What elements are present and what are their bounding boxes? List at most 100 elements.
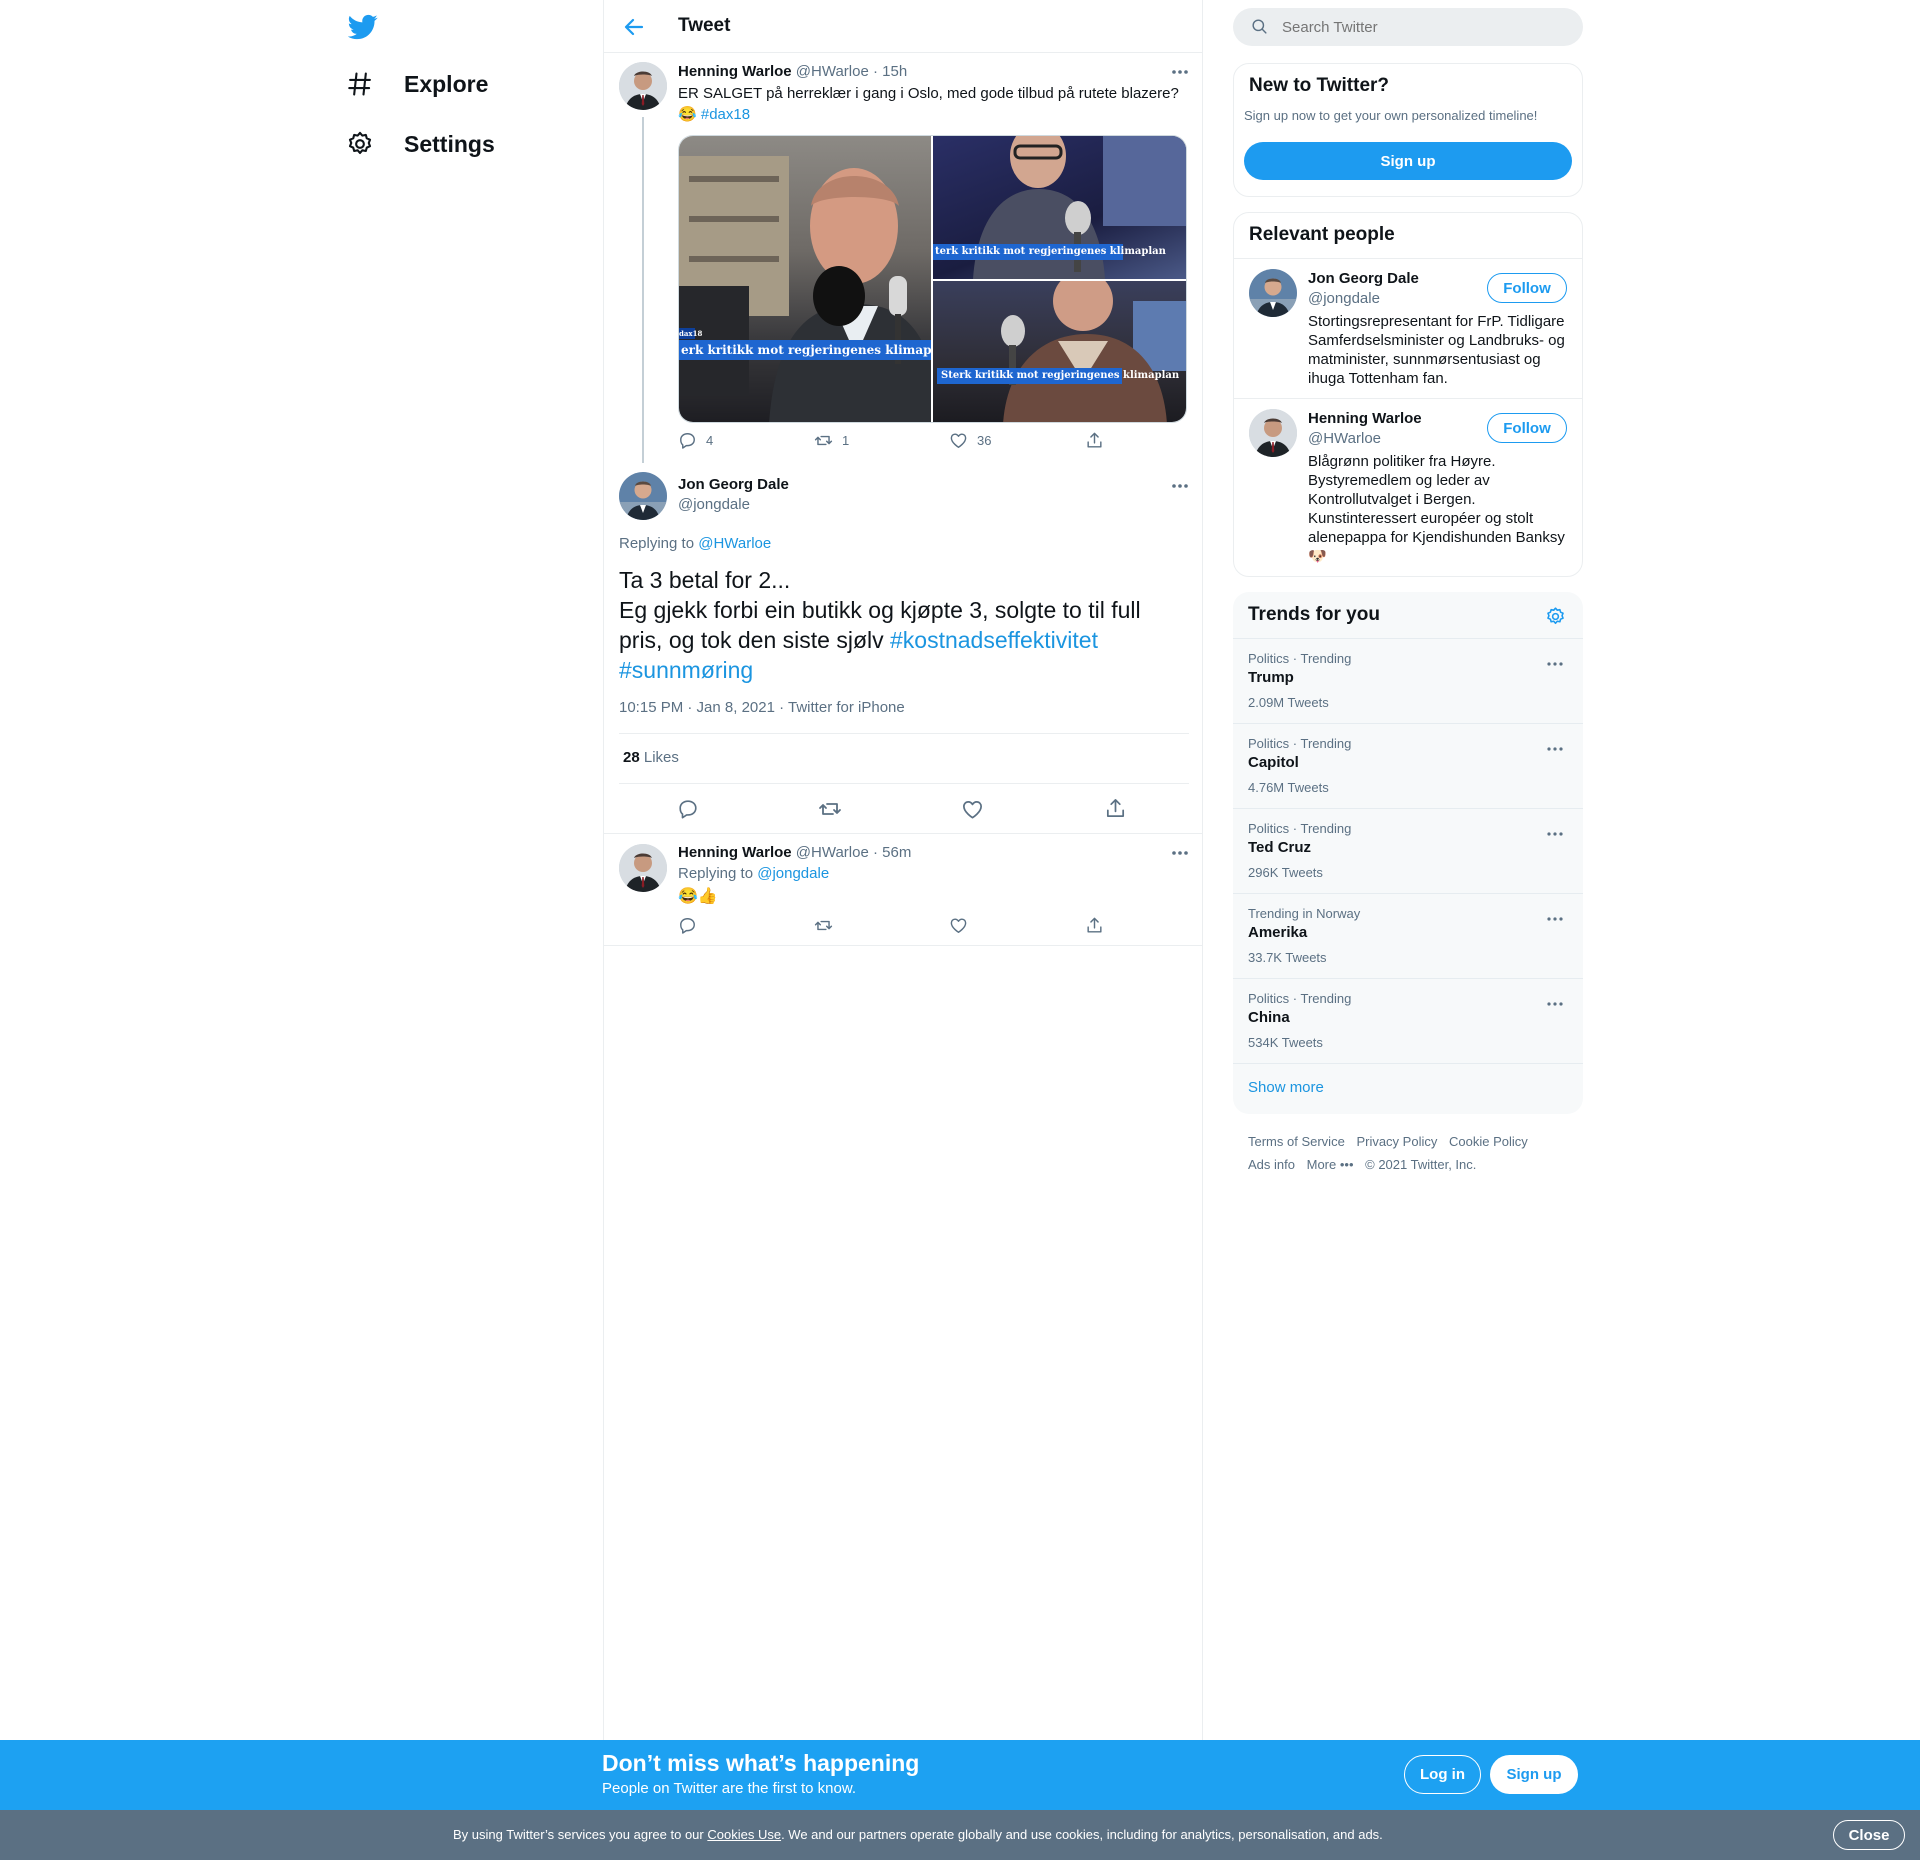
trend-count: 534K Tweets — [1248, 1035, 1323, 1050]
author-name[interactable]: Jon Georg Dale — [678, 476, 789, 493]
more-icon[interactable] — [1169, 61, 1191, 83]
retweet-count: 1 — [842, 433, 850, 448]
like-button[interactable]: 36 — [949, 431, 991, 450]
sidebar-item-settings[interactable]: Settings — [346, 124, 495, 164]
search-icon — [1252, 19, 1267, 34]
trend-category: Politics · Trending — [1248, 991, 1352, 1006]
trend-item[interactable]: Politics · Trending Capitol 4.76M Tweets — [1233, 723, 1583, 808]
cookie-link[interactable]: Cookie Policy — [1449, 1134, 1528, 1149]
more-icon[interactable] — [1545, 657, 1565, 671]
heart-icon[interactable] — [949, 916, 968, 935]
person-handle[interactable]: @HWarloe — [1308, 430, 1381, 447]
person-name[interactable]: Jon Georg Dale — [1308, 270, 1419, 287]
heart-icon[interactable] — [961, 798, 984, 821]
dog-emoji: 🐶 — [1308, 548, 1327, 565]
privacy-link[interactable]: Privacy Policy — [1356, 1134, 1437, 1149]
trend-count: 4.76M Tweets — [1248, 780, 1329, 795]
person-name[interactable]: Henning Warloe — [1308, 410, 1422, 427]
more-icon[interactable] — [1169, 475, 1191, 497]
cookie-text: By using Twitter’s services you agree to… — [453, 1827, 1383, 1842]
gear-icon[interactable] — [1545, 606, 1566, 627]
more-icon[interactable] — [1545, 912, 1565, 926]
back-button[interactable] — [620, 13, 648, 41]
more-icon[interactable] — [1545, 997, 1565, 1011]
share-icon[interactable] — [1104, 797, 1127, 820]
tweet-photo[interactable]: Sterk kritikk mot regjeringenes klimapla… — [933, 281, 1186, 422]
avatar[interactable] — [619, 62, 667, 110]
show-more-link[interactable]: Show more — [1233, 1063, 1583, 1114]
card-title: New to Twitter? — [1249, 75, 1390, 96]
person-card[interactable]: Henning Warloe @HWarloe Follow Blågrønn … — [1234, 399, 1582, 576]
more-link[interactable]: More ••• — [1307, 1157, 1354, 1172]
login-button[interactable]: Log in — [1404, 1755, 1481, 1794]
cookies-use-link[interactable]: Cookies Use — [707, 1827, 781, 1842]
tweet-client[interactable]: Twitter for iPhone — [788, 699, 905, 716]
sidebar-item-explore[interactable]: Explore — [346, 64, 488, 104]
author-handle[interactable]: @HWarloe — [796, 63, 869, 80]
avatar[interactable] — [1249, 409, 1297, 457]
person-card[interactable]: Jon Georg Dale @jongdale Follow Storting… — [1234, 259, 1582, 398]
follow-button[interactable]: Follow — [1487, 273, 1567, 303]
hashtag-link[interactable]: #kostnadseffektivitet — [890, 627, 1098, 653]
tweet-header: Henning Warloe @HWarloe · 56m — [678, 844, 911, 861]
tweet-line-1: Ta 3 betal for 2... — [619, 567, 791, 593]
tweet-photo[interactable]: erk kritikk mot regjeringenes klimaplan … — [679, 136, 931, 422]
hashtag-link[interactable]: #sunnmøring — [619, 657, 753, 683]
trend-name: Amerika — [1248, 924, 1308, 941]
twitter-logo[interactable] — [348, 12, 378, 42]
share-button[interactable] — [1085, 431, 1113, 450]
trend-item[interactable]: Politics · Trending Trump 2.09M Tweets — [1233, 638, 1583, 723]
author-handle[interactable]: @HWarloe — [796, 844, 869, 861]
media-grid: erk kritikk mot regjeringenes klimaplan … — [678, 135, 1187, 423]
ads-info-link[interactable]: Ads info — [1248, 1157, 1295, 1172]
author-name[interactable]: Henning Warloe — [678, 63, 792, 80]
search-box[interactable] — [1233, 8, 1583, 46]
trend-category: Trending in Norway — [1248, 906, 1361, 921]
avatar[interactable] — [619, 844, 667, 892]
retweet-button[interactable]: 1 — [814, 431, 849, 450]
trend-name: Ted Cruz — [1248, 839, 1312, 856]
retweet-icon — [814, 435, 833, 446]
terms-link[interactable]: Terms of Service — [1248, 1134, 1345, 1149]
tweet-timestamp[interactable]: 10:15 PM · Jan 8, 2021 — [619, 699, 775, 716]
replying-to-link[interactable]: @jongdale — [757, 865, 829, 882]
tweet-time[interactable]: 15h — [882, 63, 907, 80]
trend-item[interactable]: Politics · Trending China 534K Tweets — [1233, 978, 1583, 1063]
trend-category: Politics · Trending — [1248, 736, 1352, 751]
hashtag-link[interactable]: #dax18 — [701, 106, 750, 123]
close-button[interactable]: Close — [1833, 1820, 1905, 1850]
new-to-twitter-card: New to Twitter? Sign up now to get your … — [1233, 63, 1583, 197]
replying-to-link[interactable]: @HWarloe — [698, 535, 771, 552]
more-icon[interactable] — [1545, 742, 1565, 756]
person-handle[interactable]: @jongdale — [1308, 290, 1380, 307]
reply-icon[interactable] — [677, 798, 699, 820]
banner-signup-button[interactable]: Sign up — [1490, 1755, 1578, 1794]
avatar[interactable] — [1249, 269, 1297, 317]
reply-tweet[interactable]: Henning Warloe @HWarloe · 56m Replying t… — [604, 834, 1202, 946]
share-icon[interactable] — [1085, 916, 1104, 935]
likes-stat[interactable]: 28 Likes — [623, 749, 679, 766]
more-icon[interactable] — [1545, 827, 1565, 841]
share-icon — [1087, 432, 1102, 448]
reply-icon[interactable] — [678, 916, 697, 935]
follow-button[interactable]: Follow — [1487, 413, 1567, 443]
cookie-bar: By using Twitter’s services you agree to… — [0, 1810, 1920, 1860]
tweet-photo[interactable]: terk kritikk mot regjeringenes klimaplan — [933, 136, 1186, 279]
replying-to-label: Replying to — [619, 535, 695, 552]
more-icon[interactable] — [1169, 842, 1191, 864]
author-handle[interactable]: @jongdale — [678, 496, 750, 513]
trend-item[interactable]: Trending in Norway Amerika 33.7K Tweets — [1233, 893, 1583, 978]
retweet-icon[interactable] — [814, 916, 833, 935]
signup-button[interactable]: Sign up — [1244, 142, 1572, 180]
banner-subtitle: People on Twitter are the first to know. — [602, 1780, 857, 1797]
retweet-icon[interactable] — [818, 797, 842, 821]
parent-tweet[interactable]: Henning Warloe @HWarloe · 15h ER SALGET … — [604, 53, 1202, 465]
search-input[interactable] — [1282, 16, 1562, 38]
author-name[interactable]: Henning Warloe — [678, 844, 792, 861]
more-dots-icon: ••• — [1339, 1157, 1354, 1172]
tweet-time[interactable]: 56m — [882, 844, 911, 861]
reply-button[interactable]: 4 — [678, 431, 713, 450]
header: Tweet — [604, 0, 1202, 53]
trend-item[interactable]: Politics · Trending Ted Cruz 296K Tweets — [1233, 808, 1583, 893]
avatar[interactable] — [619, 472, 667, 520]
